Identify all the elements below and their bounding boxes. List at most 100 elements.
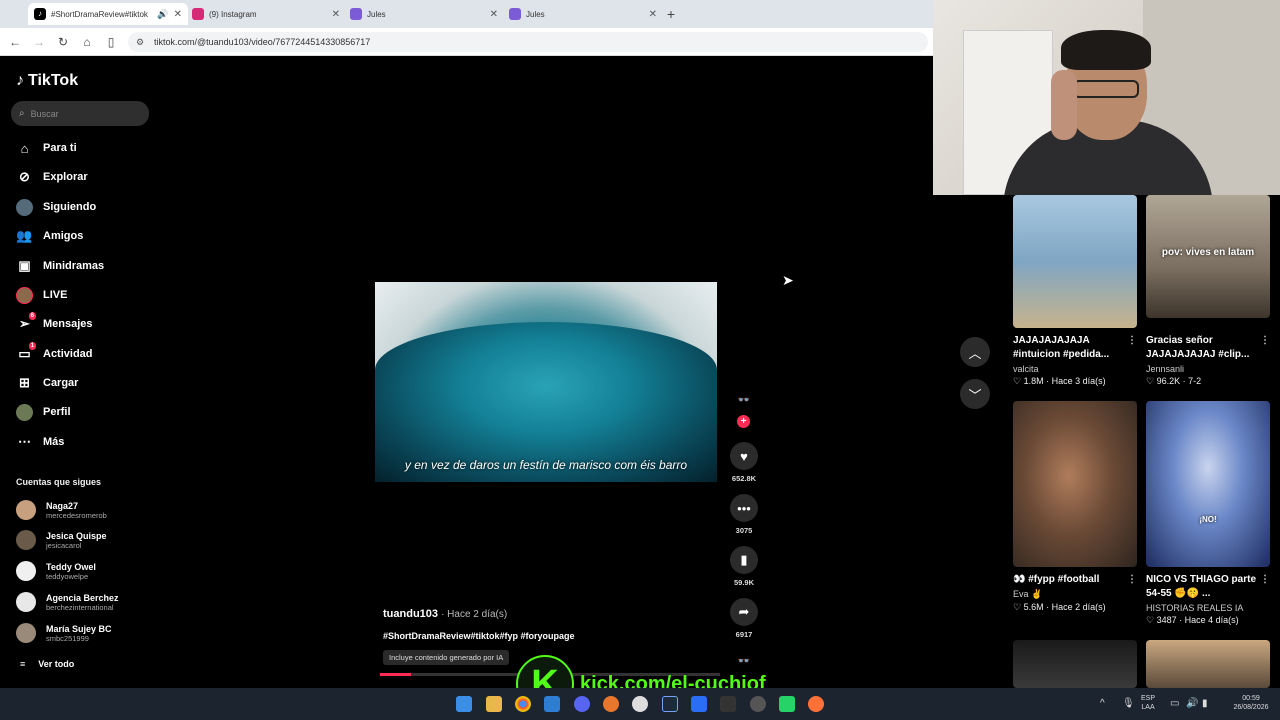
share-count: 6917 [735,630,753,639]
windows-taskbar: ^ 🎙 ESP LAA ▭ 🔊 ▮ 00:59 26/08/2026 [0,688,1280,720]
nav-mensajes[interactable]: ➢ 6 Mensajes [16,311,93,335]
tiktok-logo[interactable]: ♪ TikTok [16,72,78,90]
app-icon[interactable] [662,696,678,712]
video-thumbnail[interactable] [1013,640,1137,688]
tiktok-note-icon: ♪ [16,72,24,89]
creator-avatar[interactable]: 👓 [733,395,755,413]
forward-icon[interactable]: → [31,34,47,50]
terminal-icon[interactable] [720,696,736,712]
following-account[interactable]: Naga27 mercedesromerob [16,500,107,520]
see-all-link[interactable]: ≡ Ver todo [20,659,74,669]
account-name: María Sujey BC [46,623,112,634]
feed-likes: 3487 [1156,615,1177,625]
following-avatar-icon [16,198,33,216]
obs-icon[interactable] [750,696,766,712]
nav-label: Mensajes [43,318,93,330]
tab-tiktok[interactable]: ♪ #ShortDramaReview#tiktok 🔊 ✕ [28,3,188,25]
more-options-icon[interactable]: ⋮ [1260,573,1270,587]
nav-amigos[interactable]: 👥 Amigos [16,225,83,247]
feed-card[interactable]: pov: vives en latam Gracias señor JAJAJA… [1146,195,1270,387]
home-icon[interactable]: ⌂ [79,34,95,50]
network-icon[interactable]: ▭ [1170,698,1179,709]
clock[interactable]: 00:59 26/08/2026 [1226,694,1276,712]
language-code: ESP [1141,695,1156,702]
file-explorer-icon[interactable] [486,696,502,712]
search-input[interactable]: ⌕ Buscar [11,101,149,126]
following-account[interactable]: Teddy Owel teddyowelpe [16,561,96,581]
nav-minidramas[interactable]: ▣ Minidramas [16,255,104,277]
nav-siguiendo[interactable]: Siguiendo [16,196,96,218]
follow-plus-icon[interactable]: + [737,415,750,428]
more-options-icon[interactable]: ⋮ [1127,334,1137,348]
following-account[interactable]: María Sujey BC smbc251999 [16,623,112,643]
feed-title: Gracias señor JAJAJAJAJAJ #clip... [1146,335,1250,360]
feed-date: Hace 4 día(s) [1184,615,1239,625]
nav-explorar[interactable]: ⊘ Explorar [16,166,88,188]
microphone-icon[interactable]: 🎙 [1122,698,1135,709]
tab-jules-1[interactable]: Jules ✕ [344,3,504,25]
more-options-icon[interactable]: ⋮ [1127,573,1137,587]
reload-icon[interactable]: ↻ [55,34,71,50]
feed-card[interactable]: ¡NO! NICO VS THIAGO parte 54-55 ✊🤫 ... ⋮ … [1146,401,1270,626]
feed-card[interactable]: JAJAJAJAJAJA #intuicion #pedida... ⋮ valc… [1013,195,1137,387]
video-thumbnail[interactable]: ¡NO! [1146,401,1270,567]
chrome-icon[interactable] [515,696,531,712]
previous-video-button[interactable]: ︿ [960,337,990,367]
video-thumbnail[interactable] [1146,640,1270,688]
nav-actividad[interactable]: ▭ 1 Actividad [16,341,93,365]
video-author[interactable]: tuandu103 [383,608,438,620]
video-thumbnail[interactable] [1013,195,1137,328]
video-thumbnail[interactable]: pov: vives en latam [1146,195,1270,318]
chevron-up-icon[interactable]: ^ [1100,698,1105,709]
feed-card[interactable]: 👀 #fypp #football ⋮ Eva ✌ ♡ 5.6M · Hace 2… [1013,401,1137,613]
volume-icon[interactable]: 🔊 [1186,698,1198,709]
search-placeholder: Buscar [30,108,59,119]
firefox-icon[interactable] [808,696,824,712]
account-name: Agencia Berchez [46,592,119,603]
whatsapp-icon[interactable] [779,696,795,712]
vscode-icon[interactable] [544,696,560,712]
language-indicator[interactable]: ESP LAA [1141,694,1155,712]
video-thumbnail[interactable] [1013,401,1137,567]
close-tab-icon[interactable]: ✕ [490,9,498,20]
url-field[interactable]: ⚙ tiktok.com/@tuandu103/video/7677244514… [128,32,928,52]
chatgpt-icon[interactable] [632,696,648,712]
back-icon[interactable]: ← [7,34,23,50]
nav-label: Explorar [43,171,88,183]
following-account[interactable]: Jesica Quispe jesicacarol [16,530,107,550]
save-button[interactable]: ▮ 59.9K [728,546,760,587]
nav-cargar[interactable]: ⊞ Cargar [16,372,78,394]
close-tab-icon[interactable]: ✕ [332,9,340,20]
share-button[interactable]: ➦ 6917 [728,598,760,639]
tab-jules-2[interactable]: Jules ✕ [503,3,663,25]
clock-time: 00:59 [1242,695,1260,702]
next-video-button[interactable]: ﹀ [960,379,990,409]
nav-para-ti[interactable]: ⌂ Para ti [16,137,77,159]
more-options-icon[interactable]: ⋮ [1260,334,1270,348]
nav-live[interactable]: LIVE [16,284,67,306]
speaker-icon[interactable]: 🔊 [157,9,168,20]
comment-icon: ••• [730,494,758,522]
nav-mas[interactable]: ⋯ Más [16,431,64,453]
account-name: Jesica Quispe [46,530,107,541]
discord-icon[interactable] [574,696,590,712]
sidebar-icon[interactable]: ▯ [103,34,119,50]
new-tab-icon[interactable]: + [662,5,680,23]
app-icon[interactable] [691,696,707,712]
video-hashtags[interactable]: #ShortDramaReview#tiktok#fyp #foryoupage [383,631,575,641]
nav-perfil[interactable]: Perfil [16,401,71,423]
like-button[interactable]: ♥ 652.8K [728,442,760,483]
live-avatar-icon [16,286,33,304]
battery-icon[interactable]: ▮ [1202,698,1208,709]
video-player[interactable]: y en vez de daros un festín de marisco c… [375,282,717,482]
feed-likes: 5.6M [1023,602,1044,612]
comment-button[interactable]: ••• 3075 [728,494,760,535]
following-account[interactable]: Agencia Berchez berchezinternational [16,592,119,612]
close-tab-icon[interactable]: ✕ [649,9,657,20]
close-tab-icon[interactable]: ✕ [174,9,182,20]
list-icon: ≡ [20,659,26,669]
tab-instagram[interactable]: (9) Instagram ✕ [186,3,346,25]
site-info-icon[interactable]: ⚙ [136,37,146,47]
windows-start-icon[interactable] [456,696,472,712]
claude-icon[interactable] [603,696,619,712]
